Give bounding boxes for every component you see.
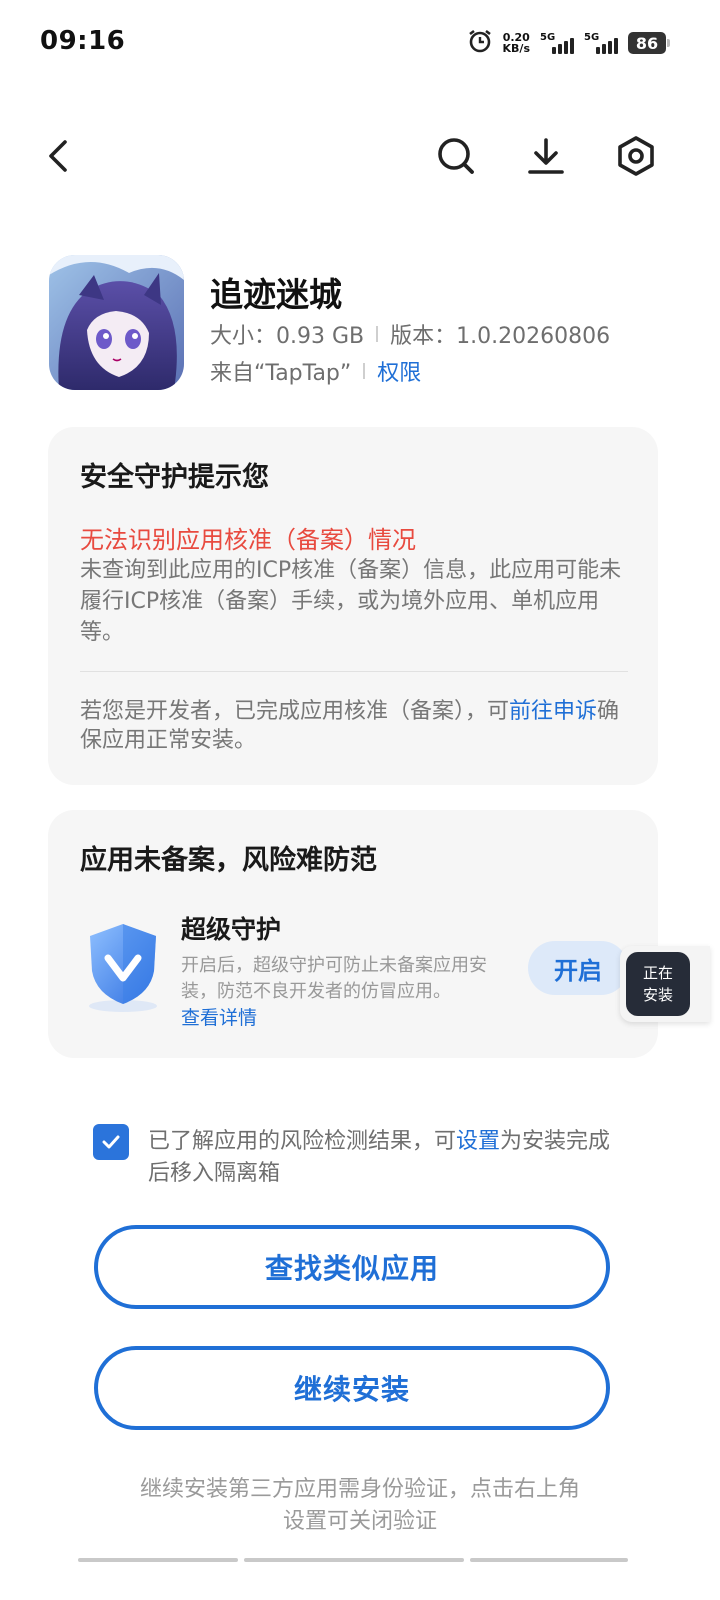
app-name: 追迹迷城 bbox=[210, 275, 342, 314]
appeal-link[interactable]: 前往申诉 bbox=[509, 699, 597, 724]
chevron-left-icon bbox=[49, 140, 67, 172]
enable-super-guard-button[interactable]: 开启 bbox=[528, 941, 628, 995]
sim2-label: 5G bbox=[584, 32, 600, 43]
verification-footnote: 继续安装第三方应用需身份验证，点击右上角设置可关闭验证 bbox=[139, 1477, 580, 1534]
net-speed: 0.20 KB/s bbox=[503, 32, 530, 54]
download-button[interactable] bbox=[524, 134, 568, 178]
divider bbox=[376, 326, 379, 342]
details-link[interactable]: 查看详情 bbox=[181, 1003, 257, 1030]
back-button[interactable] bbox=[36, 134, 80, 178]
bottom-indicator bbox=[78, 1558, 628, 1562]
badge-line2: 安装 bbox=[642, 986, 673, 1004]
super-guard-title: 超级守护 bbox=[181, 915, 282, 944]
permissions-link[interactable]: 权限 bbox=[377, 355, 421, 387]
download-icon bbox=[528, 138, 564, 174]
search-button[interactable] bbox=[434, 134, 478, 178]
app-size: 大小：0.93 GB bbox=[210, 324, 365, 349]
battery-level: 86 bbox=[635, 33, 659, 53]
installing-badge-inner: 正在 安装 bbox=[626, 952, 690, 1016]
security-card-title: 安全守护提示您 bbox=[80, 462, 269, 493]
alarm-icon bbox=[467, 28, 493, 58]
checkmark-icon bbox=[102, 1135, 120, 1149]
continue-install-button[interactable]: 继续安装 bbox=[94, 1346, 610, 1430]
app-icon bbox=[49, 255, 184, 390]
consent-text: 已了解应用的风险检测结果，可设置为安装完成后移入隔离箱 bbox=[148, 1126, 618, 1190]
security-description: 未查询到此应用的ICP核准（备案）信息，此应用可能未履行ICP核准（备案）手续，… bbox=[80, 558, 622, 645]
settings-icon bbox=[618, 136, 654, 176]
settings-button[interactable] bbox=[614, 134, 658, 178]
search-icon bbox=[438, 138, 474, 174]
signal-sim1-icon: 5G bbox=[540, 32, 574, 54]
installing-floating-badge[interactable]: 正在 安装 bbox=[620, 946, 710, 1022]
developer-note-prefix: 若您是开发者，已完成应用核准（备案），可 bbox=[80, 699, 510, 724]
net-speed-unit: KB/s bbox=[502, 42, 530, 55]
signal-sim2-icon: 5G bbox=[584, 32, 618, 54]
app-source: 来自“TapTap” bbox=[210, 361, 352, 386]
find-similar-apps-button[interactable]: 查找类似应用 bbox=[94, 1225, 610, 1309]
app-version: 版本：1.0.20260806 bbox=[390, 324, 611, 349]
divider bbox=[363, 363, 366, 379]
consent-prefix: 已了解应用的风险检测结果，可 bbox=[148, 1129, 457, 1154]
super-guard-description: 开启后，超级守护可防止未备案应用安装，防范不良开发者的仿冒应用。 bbox=[181, 955, 487, 1002]
status-icons: 0.20 KB/s 5G 5G 86 bbox=[467, 28, 670, 58]
divider bbox=[80, 671, 628, 672]
security-notice-card: 安全守护提示您 无法识别应用核准（备案）情况 未查询到此应用的ICP核准（备案）… bbox=[48, 427, 658, 785]
developer-note: 若您是开发者，已完成应用核准（备案），可前往申诉确保应用正常安装。 bbox=[80, 697, 628, 755]
shield-icon bbox=[78, 916, 168, 1020]
quarantine-checkbox[interactable] bbox=[93, 1124, 129, 1160]
app-source-row: 来自“TapTap” 权限 bbox=[210, 355, 421, 387]
app-meta-row: 大小：0.93 GB 版本：1.0.20260806 bbox=[210, 318, 610, 350]
security-warning: 无法识别应用核准（备案）情况 bbox=[80, 526, 416, 554]
badge-line1: 正在 bbox=[642, 964, 673, 982]
settings-link[interactable]: 设置 bbox=[456, 1129, 500, 1154]
risk-card-title: 应用未备案，风险难防范 bbox=[80, 845, 377, 876]
battery-icon: 86 bbox=[628, 32, 670, 54]
sim1-label: 5G bbox=[540, 32, 556, 43]
risk-card: 应用未备案，风险难防范 超级守护 开启后，超级守护可防止未备案应用安装，防范不良… bbox=[48, 810, 658, 1058]
status-time: 09:16 bbox=[40, 26, 126, 56]
